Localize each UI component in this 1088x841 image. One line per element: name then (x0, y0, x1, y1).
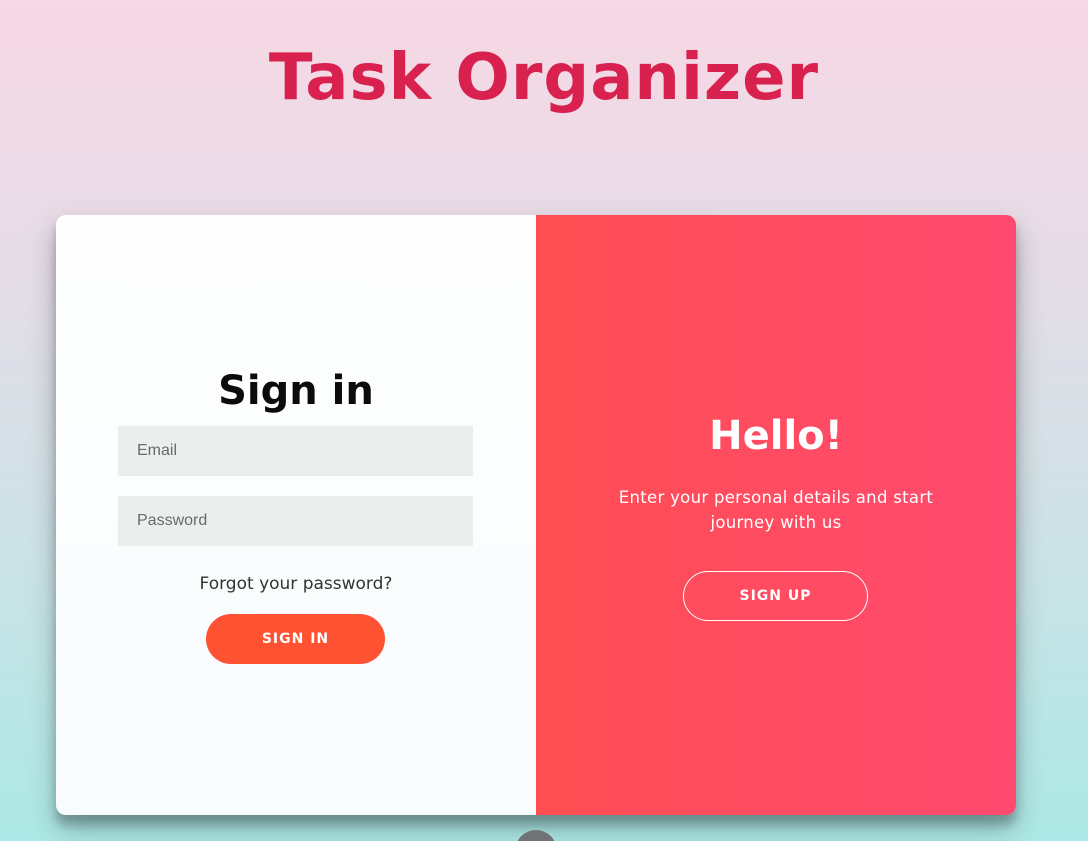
email-field[interactable] (118, 426, 473, 476)
sign-in-button[interactable]: SIGN IN (206, 614, 385, 664)
auth-card: Sign in Forgot your password? SIGN IN He… (56, 215, 1016, 815)
password-field[interactable] (118, 496, 473, 546)
signin-heading: Sign in (218, 368, 374, 414)
forgot-password-link[interactable]: Forgot your password? (56, 574, 536, 594)
sign-up-button[interactable]: SIGN UP (683, 571, 868, 621)
scroll-to-top-handle[interactable] (515, 830, 557, 841)
hello-description: Enter your personal details and start jo… (618, 488, 934, 532)
signup-overlay-panel: Hello! Enter your personal details and s… (536, 215, 1016, 815)
hello-heading: Hello! (709, 413, 843, 459)
signin-panel: Sign in Forgot your password? SIGN IN (56, 215, 536, 815)
app-title: Task Organizer (268, 41, 820, 115)
